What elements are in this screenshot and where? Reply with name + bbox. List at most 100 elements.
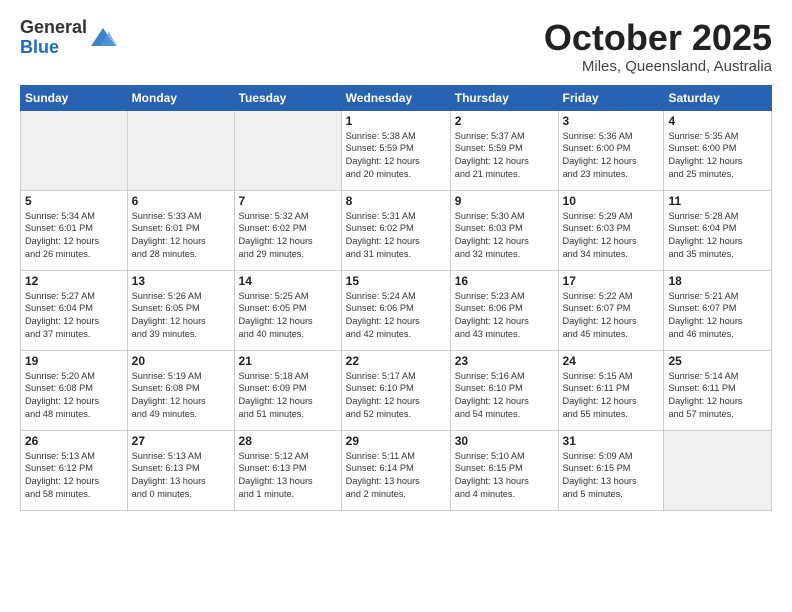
- day-info: Sunrise: 5:30 AM Sunset: 6:03 PM Dayligh…: [455, 210, 554, 262]
- day-info: Sunrise: 5:21 AM Sunset: 6:07 PM Dayligh…: [668, 290, 767, 342]
- col-friday: Friday: [558, 85, 664, 110]
- day-info: Sunrise: 5:36 AM Sunset: 6:00 PM Dayligh…: [563, 130, 660, 182]
- calendar-week-row: 26Sunrise: 5:13 AM Sunset: 6:12 PM Dayli…: [21, 430, 772, 510]
- day-info: Sunrise: 5:14 AM Sunset: 6:11 PM Dayligh…: [668, 370, 767, 422]
- day-info: Sunrise: 5:22 AM Sunset: 6:07 PM Dayligh…: [563, 290, 660, 342]
- logo-general: General Blue: [20, 18, 87, 58]
- calendar-week-row: 12 Sunrise: 5:27 AM Sunset: 6:04 PM Dayli…: [21, 270, 772, 350]
- table-row: [664, 430, 772, 510]
- day-info: Sunrise: 5:38 AM Sunset: 5:59 PM Dayligh…: [346, 130, 446, 182]
- day-number: 16: [455, 274, 554, 288]
- day-info: Sunrise: 5:17 AM Sunset: 6:10 PM Dayligh…: [346, 370, 446, 422]
- day-info: Sunrise: 5:34 AM Sunset: 6:01 PM Dayligh…: [25, 210, 123, 262]
- table-row: 15 Sunrise: 5:24 AM Sunset: 6:06 PM Dayli…: [341, 270, 450, 350]
- day-info: Sunrise: 5:31 AM Sunset: 6:02 PM Dayligh…: [346, 210, 446, 262]
- day-number: 24: [563, 354, 660, 368]
- page: General Blue October 2025 Miles, Queensl…: [0, 0, 792, 612]
- day-info: Sunrise: 5:13 AM Sunset: 6:13 PM Dayligh…: [132, 450, 230, 502]
- table-row: 31 Sunrise: 5:09 AM Sunset: 6:15 PM Dayli…: [558, 430, 664, 510]
- day-number: 6: [132, 194, 230, 208]
- table-row: 19 Sunrise: 5:20 AM Sunset: 6:08 PM Dayli…: [21, 350, 128, 430]
- day-number: 8: [346, 194, 446, 208]
- day-info: Sunrise: 5:16 AM Sunset: 6:10 PM Dayligh…: [455, 370, 554, 422]
- table-row: 7Sunrise: 5:32 AM Sunset: 6:02 PM Daylig…: [234, 190, 341, 270]
- logo-icon: [89, 24, 117, 52]
- day-number: 28: [239, 434, 337, 448]
- day-number: 20: [132, 354, 230, 368]
- day-info: Sunrise: 5:28 AM Sunset: 6:04 PM Dayligh…: [668, 210, 767, 262]
- day-number: 3: [563, 114, 660, 128]
- table-row: 23 Sunrise: 5:16 AM Sunset: 6:10 PM Dayli…: [450, 350, 558, 430]
- header: General Blue October 2025 Miles, Queensl…: [20, 18, 772, 75]
- col-sunday: Sunday: [21, 85, 128, 110]
- day-info: Sunrise: 5:18 AM Sunset: 6:09 PM Dayligh…: [239, 370, 337, 422]
- table-row: 1 Sunrise: 5:38 AM Sunset: 5:59 PM Daylig…: [341, 110, 450, 190]
- table-row: 14 Sunrise: 5:25 AM Sunset: 6:05 PM Dayli…: [234, 270, 341, 350]
- day-info: Sunrise: 5:15 AM Sunset: 6:11 PM Dayligh…: [563, 370, 660, 422]
- col-monday: Monday: [127, 85, 234, 110]
- table-row: 2Sunrise: 5:37 AM Sunset: 5:59 PM Daylig…: [450, 110, 558, 190]
- table-row: 6Sunrise: 5:33 AM Sunset: 6:01 PM Daylig…: [127, 190, 234, 270]
- table-row: 22Sunrise: 5:17 AM Sunset: 6:10 PM Dayli…: [341, 350, 450, 430]
- day-number: 4: [668, 114, 767, 128]
- day-info: Sunrise: 5:27 AM Sunset: 6:04 PM Dayligh…: [25, 290, 123, 342]
- day-number: 9: [455, 194, 554, 208]
- day-info: Sunrise: 5:37 AM Sunset: 5:59 PM Dayligh…: [455, 130, 554, 182]
- calendar-header-row: Sunday Monday Tuesday Wednesday Thursday…: [21, 85, 772, 110]
- calendar-week-row: 19 Sunrise: 5:20 AM Sunset: 6:08 PM Dayli…: [21, 350, 772, 430]
- day-info: Sunrise: 5:12 AM Sunset: 6:13 PM Dayligh…: [239, 450, 337, 502]
- day-number: 30: [455, 434, 554, 448]
- day-number: 13: [132, 274, 230, 288]
- day-info: Sunrise: 5:29 AM Sunset: 6:03 PM Dayligh…: [563, 210, 660, 262]
- table-row: 28 Sunrise: 5:12 AM Sunset: 6:13 PM Dayli…: [234, 430, 341, 510]
- calendar-week-row: 5Sunrise: 5:34 AM Sunset: 6:01 PM Daylig…: [21, 190, 772, 270]
- location-title: Miles, Queensland, Australia: [544, 58, 772, 75]
- table-row: 9 Sunrise: 5:30 AM Sunset: 6:03 PM Daylig…: [450, 190, 558, 270]
- table-row: 25 Sunrise: 5:14 AM Sunset: 6:11 PM Dayli…: [664, 350, 772, 430]
- col-wednesday: Wednesday: [341, 85, 450, 110]
- table-row: 17 Sunrise: 5:22 AM Sunset: 6:07 PM Dayli…: [558, 270, 664, 350]
- day-info: Sunrise: 5:25 AM Sunset: 6:05 PM Dayligh…: [239, 290, 337, 342]
- day-info: Sunrise: 5:26 AM Sunset: 6:05 PM Dayligh…: [132, 290, 230, 342]
- table-row: 10 Sunrise: 5:29 AM Sunset: 6:03 PM Dayli…: [558, 190, 664, 270]
- logo: General Blue: [20, 18, 117, 58]
- col-saturday: Saturday: [664, 85, 772, 110]
- day-number: 23: [455, 354, 554, 368]
- day-number: 11: [668, 194, 767, 208]
- day-info: Sunrise: 5:23 AM Sunset: 6:06 PM Dayligh…: [455, 290, 554, 342]
- day-number: 19: [25, 354, 123, 368]
- calendar-week-row: 1 Sunrise: 5:38 AM Sunset: 5:59 PM Daylig…: [21, 110, 772, 190]
- day-number: 14: [239, 274, 337, 288]
- table-row: 30 Sunrise: 5:10 AM Sunset: 6:15 PM Dayli…: [450, 430, 558, 510]
- day-number: 17: [563, 274, 660, 288]
- day-number: 27: [132, 434, 230, 448]
- table-row: [21, 110, 128, 190]
- col-tuesday: Tuesday: [234, 85, 341, 110]
- col-thursday: Thursday: [450, 85, 558, 110]
- day-info: Sunrise: 5:19 AM Sunset: 6:08 PM Dayligh…: [132, 370, 230, 422]
- day-number: 25: [668, 354, 767, 368]
- day-info: Sunrise: 5:10 AM Sunset: 6:15 PM Dayligh…: [455, 450, 554, 502]
- table-row: 11 Sunrise: 5:28 AM Sunset: 6:04 PM Dayli…: [664, 190, 772, 270]
- table-row: 18 Sunrise: 5:21 AM Sunset: 6:07 PM Dayli…: [664, 270, 772, 350]
- table-row: 13 Sunrise: 5:26 AM Sunset: 6:05 PM Dayli…: [127, 270, 234, 350]
- table-row: [234, 110, 341, 190]
- day-info: Sunrise: 5:24 AM Sunset: 6:06 PM Dayligh…: [346, 290, 446, 342]
- day-number: 31: [563, 434, 660, 448]
- title-block: October 2025 Miles, Queensland, Australi…: [544, 18, 772, 75]
- table-row: 29 Sunrise: 5:11 AM Sunset: 6:14 PM Dayli…: [341, 430, 450, 510]
- day-number: 26: [25, 434, 123, 448]
- calendar: Sunday Monday Tuesday Wednesday Thursday…: [20, 85, 772, 511]
- day-info: Sunrise: 5:11 AM Sunset: 6:14 PM Dayligh…: [346, 450, 446, 502]
- table-row: 12 Sunrise: 5:27 AM Sunset: 6:04 PM Dayli…: [21, 270, 128, 350]
- day-number: 1: [346, 114, 446, 128]
- day-number: 10: [563, 194, 660, 208]
- table-row: 3 Sunrise: 5:36 AM Sunset: 6:00 PM Daylig…: [558, 110, 664, 190]
- day-number: 18: [668, 274, 767, 288]
- day-info: Sunrise: 5:20 AM Sunset: 6:08 PM Dayligh…: [25, 370, 123, 422]
- day-number: 12: [25, 274, 123, 288]
- table-row: 26Sunrise: 5:13 AM Sunset: 6:12 PM Dayli…: [21, 430, 128, 510]
- day-number: 15: [346, 274, 446, 288]
- day-info: Sunrise: 5:09 AM Sunset: 6:15 PM Dayligh…: [563, 450, 660, 502]
- day-number: 29: [346, 434, 446, 448]
